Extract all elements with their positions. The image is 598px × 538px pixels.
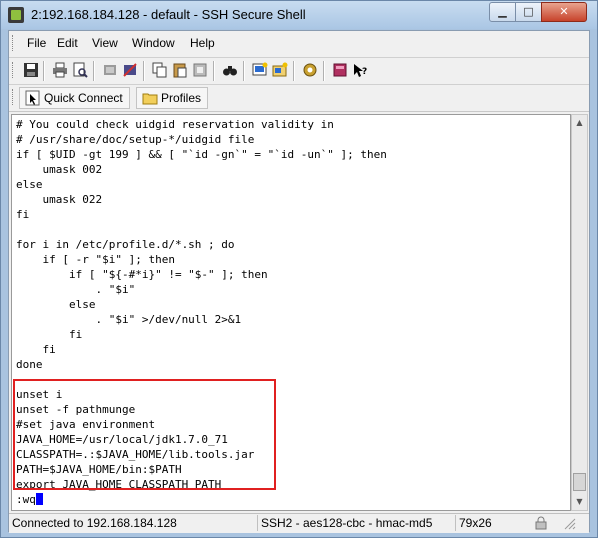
folder-icon [142, 90, 158, 106]
client-area: File Edit View Window Help ? Quick Conne… [8, 30, 590, 533]
resize-grip-icon[interactable] [561, 516, 577, 530]
terminal-line: # You could check uidgid reservation val… [16, 118, 334, 131]
new-file-transfer-icon[interactable] [271, 62, 288, 79]
menu-edit[interactable]: Edit [57, 36, 78, 50]
toolbar-separator [243, 61, 245, 81]
close-button[interactable]: ✕ [541, 2, 587, 22]
quick-connect-label: Quick Connect [44, 91, 123, 105]
terminal-line: done [16, 358, 43, 371]
status-bar: Connected to 192.168.184.128 SSH2 - aes1… [9, 513, 589, 533]
minimize-button[interactable]: ▁ [489, 2, 516, 22]
settings-icon[interactable] [301, 62, 318, 79]
command-line[interactable]: :wq [16, 492, 43, 507]
find-icon[interactable] [221, 62, 238, 79]
terminal-line: # /usr/share/doc/setup-*/uidgid file [16, 133, 255, 146]
app-icon[interactable] [8, 7, 24, 23]
toolbar-separator [293, 61, 295, 81]
svg-text:?: ? [362, 67, 367, 77]
command-text: :wq [16, 493, 36, 506]
scroll-up-arrow-icon[interactable]: ▲ [573, 116, 586, 129]
disconnect-icon[interactable] [101, 62, 118, 79]
lock-status-icon [533, 516, 549, 530]
terminal-cursor [35, 493, 43, 505]
vertical-scrollbar[interactable]: ▲ ▼ [571, 114, 588, 511]
terminal-view[interactable]: # You could check uidgid reservation val… [11, 114, 571, 511]
terminal-line: if [ $UID -gt 199 ] && [ "`id -gn`" = "`… [16, 148, 387, 161]
toolbar-separator [213, 61, 215, 81]
menu-view[interactable]: View [92, 36, 118, 50]
quick-connect-bar: Quick Connect Profiles [9, 85, 589, 112]
toolbar-separator [323, 61, 325, 81]
toolbar-separator [93, 61, 95, 81]
terminal-line: . "$i" [16, 283, 136, 296]
toolbar-separator [143, 61, 145, 81]
terminal-line: fi [16, 343, 56, 356]
profiles-button[interactable]: Profiles [136, 87, 209, 109]
terminal-line: fi [16, 328, 83, 341]
quickbar-grip[interactable] [12, 89, 16, 105]
terminal-line: . "$i" >/dev/null 2>&1 [16, 313, 242, 326]
terminal-line: if [ -r "$i" ]; then [16, 253, 175, 266]
copy-icon[interactable] [151, 62, 168, 79]
help-icon[interactable]: ? [351, 62, 368, 79]
profiles-label: Profiles [161, 91, 202, 105]
terminal-line: else [16, 178, 43, 191]
highlight-box [13, 379, 276, 490]
menu-grip[interactable] [12, 35, 16, 51]
disconnect-all-icon[interactable] [121, 62, 138, 79]
terminal-line: umask 022 [16, 193, 103, 206]
status-connection: Connected to 192.168.184.128 [12, 516, 177, 530]
terminal-line: umask 002 [16, 163, 103, 176]
save-icon[interactable] [22, 62, 39, 79]
menu-file[interactable]: File [27, 36, 46, 50]
terminal-line: if [ "${-#*i}" != "$-" ]; then [16, 268, 268, 281]
quick-connect-button[interactable]: Quick Connect [19, 87, 130, 109]
terminal-line: for i in /etc/profile.d/*.sh ; do [16, 238, 235, 251]
toolbar: ? [9, 57, 589, 85]
paste-alt-icon[interactable] [191, 62, 208, 79]
new-terminal-icon[interactable] [251, 62, 268, 79]
paste-icon[interactable] [171, 62, 188, 79]
terminal-line: fi [16, 208, 30, 221]
profiles-icon[interactable] [331, 62, 348, 79]
scroll-down-arrow-icon[interactable]: ▼ [573, 495, 586, 508]
menu-window[interactable]: Window [132, 36, 175, 50]
terminal-line: else [16, 298, 96, 311]
menu-help[interactable]: Help [190, 36, 215, 50]
print-preview-icon[interactable] [71, 62, 88, 79]
scroll-thumb[interactable] [573, 473, 586, 491]
title-bar[interactable]: 2:192.168.184.128 - default - SSH Secure… [1, 1, 597, 29]
window-title: 2:192.168.184.128 - default - SSH Secure… [31, 7, 306, 22]
print-icon[interactable] [51, 62, 68, 79]
toolbar-separator [43, 61, 45, 81]
maximize-button[interactable]: □ [515, 2, 542, 22]
status-cipher: SSH2 - aes128-cbc - hmac-md5 [257, 515, 453, 531]
quick-connect-icon [25, 90, 41, 106]
toolbar-grip[interactable] [12, 62, 16, 78]
status-size: 79x26 [455, 515, 499, 531]
ssh-client-window: 2:192.168.184.128 - default - SSH Secure… [0, 0, 598, 538]
menu-bar: File Edit View Window Help [9, 31, 589, 55]
